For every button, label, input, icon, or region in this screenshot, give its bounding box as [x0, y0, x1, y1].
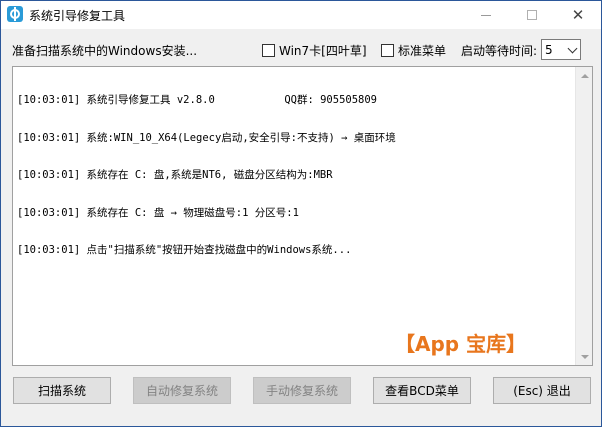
wait-time-label: 启动等待时间: [461, 44, 538, 58]
scroll-down-button[interactable] [576, 348, 593, 365]
log-line: [10:03:01] 系统存在 C: 盘 → 物理磁盘号:1 分区号:1 [17, 206, 299, 219]
watermark: 【App 宝库】 [395, 332, 527, 356]
minimize-button[interactable] [463, 1, 509, 29]
standard-menu-checkbox[interactable]: 标准菜单 [381, 42, 446, 59]
app-window: 系统引导修复工具 ✕ 准备扫描系统中的Windows安装... Win7卡[四叶… [0, 0, 602, 427]
maximize-icon [527, 10, 537, 20]
arrow-up-icon [580, 73, 589, 78]
win7-clover-label: Win7卡[四叶草] [279, 44, 367, 58]
standard-menu-label: 标准菜单 [398, 44, 447, 58]
log-line: [10:03:01] 系统引导修复工具 v2.8.0 QQ群: 90550580… [17, 94, 378, 106]
auto-repair-button[interactable]: 自动修复系统 [133, 377, 231, 404]
log-line: [10:03:01] 系统:WIN_10_X64(Legecy启动,安全引导:不… [17, 131, 396, 144]
scan-system-button[interactable]: 扫描系统 [13, 377, 111, 404]
scroll-up-button[interactable] [576, 67, 593, 84]
minimize-icon [481, 14, 491, 16]
wait-time-value: 5 [545, 42, 553, 57]
chevron-down-icon [567, 43, 578, 54]
manual-repair-button[interactable]: 手动修复系统 [253, 377, 351, 404]
vertical-scrollbar[interactable] [575, 67, 592, 365]
app-logo-icon [7, 6, 23, 22]
close-button[interactable]: ✕ [555, 1, 601, 29]
log-line: [10:03:01] 系统存在 C: 盘,系统是NT6, 磁盘分区结构为:MBR [17, 169, 333, 181]
win7-clover-checkbox[interactable]: Win7卡[四叶草] [262, 42, 367, 59]
close-icon: ✕ [571, 6, 585, 24]
log-lines: [10:03:01] 系统引导修复工具 v2.8.0 QQ群: 90550580… [17, 69, 572, 282]
status-text: 准备扫描系统中的Windows安装... [12, 44, 198, 58]
title-bar[interactable]: 系统引导修复工具 ✕ [1, 1, 601, 29]
log-line: [10:03:01] 点击"扫描系统"按钮开始查找磁盘中的Windows系统..… [17, 244, 352, 256]
exit-button[interactable]: (Esc) 退出 [493, 377, 591, 404]
maximize-button[interactable] [509, 1, 555, 29]
checkbox-box-icon[interactable] [262, 44, 275, 57]
checkbox-box-icon[interactable] [381, 44, 394, 57]
wait-time-select[interactable]: 5 [541, 39, 581, 60]
window-title: 系统引导修复工具 [29, 9, 126, 23]
view-bcd-menu-button[interactable]: 查看BCD菜单 [373, 377, 471, 404]
arrow-down-icon [580, 354, 589, 359]
log-output[interactable]: [10:03:01] 系统引导修复工具 v2.8.0 QQ群: 90550580… [12, 66, 593, 366]
